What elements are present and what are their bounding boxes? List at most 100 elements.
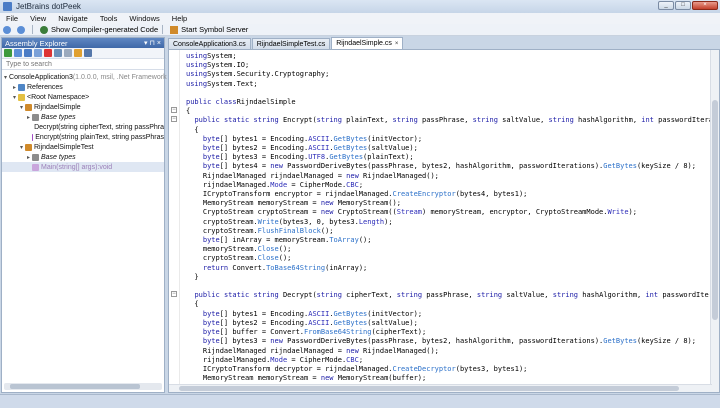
scrollbar-thumb[interactable] (10, 384, 140, 389)
code-line: byte[] bytes2 = Encoding.ASCII.GetBytes(… (186, 319, 719, 328)
code-token: byte (202, 236, 220, 245)
forward-button[interactable] (17, 25, 28, 34)
menu-windows[interactable]: Windows (123, 14, 165, 23)
tree-node-assembly[interactable]: ▾ ConsoleApplication3 (1.0.0.0, msil, .N… (2, 72, 167, 82)
tab-rijndaelsimpletest[interactable]: RijndaelSimpleTest.cs (251, 38, 331, 49)
collapse-icon[interactable]: ▾ (18, 104, 25, 111)
tree-node-label: Main(string[] args):void (41, 163, 113, 171)
panel-pin-close-icons[interactable]: ▾ ⊓ × (144, 39, 161, 47)
tree-node-method[interactable]: Decrypt(string cipherText, string passPh… (2, 122, 164, 132)
tab-label: RijndaelSimpleTest.cs (256, 40, 326, 48)
collapse-icon[interactable]: ▾ (11, 94, 18, 101)
assembly-explorer-header: Assembly Explorer ▾ ⊓ × (2, 38, 164, 48)
code-token: byte (202, 309, 220, 318)
collapse-all-icon[interactable] (54, 49, 62, 57)
code-token: PasswordDeriveBytes(passPhrase, bytes2, … (282, 162, 604, 171)
code-token: [] bytes3 = (219, 337, 271, 346)
code-token: (); (320, 226, 334, 235)
tree-node-method-selected[interactable]: Main(string[] args):void (2, 162, 164, 172)
remove-assembly-icon[interactable] (44, 49, 52, 57)
class-icon (25, 143, 32, 151)
code-token: new (346, 171, 359, 180)
tab-consoleapplication3[interactable]: ConsoleApplication3.cs (168, 38, 251, 49)
menu-help[interactable]: Help (166, 14, 193, 23)
code-token: GetBytes (333, 309, 368, 318)
code-line: usingSystem; (186, 52, 719, 61)
tree-node-method[interactable]: Encrypt(string plainText, string passPhr… (2, 132, 164, 142)
code-token: rijndaelManaged. (186, 355, 271, 364)
explorer-horizontal-scrollbar[interactable] (4, 383, 162, 390)
expand-icon[interactable]: ▸ (25, 154, 32, 161)
code-editor[interactable]: − − − usingSystem; usingSystem.IO; usingSy… (168, 49, 720, 393)
collapse-icon[interactable]: ▾ (4, 74, 7, 81)
code-token: plainText, (341, 116, 393, 125)
code-token: CBC (346, 355, 359, 364)
code-token: ); (384, 217, 393, 226)
sync-icon[interactable] (64, 49, 72, 57)
code-line: ICryptoTransform decryptor = rijndaelMan… (186, 364, 719, 374)
fold-class-icon[interactable]: − (171, 107, 177, 113)
collapse-icon[interactable]: ▾ (18, 144, 25, 151)
editor-horizontal-scrollbar[interactable] (169, 384, 712, 392)
assembly-list-icon[interactable] (34, 49, 42, 57)
scrollbar-thumb[interactable] (179, 386, 679, 391)
code-line: usingSystem.Security.Cryptography; (186, 70, 719, 79)
code-token: RijndaelManaged rijndaelManaged = (186, 346, 347, 355)
code-token: Stream (396, 208, 423, 217)
code-line: { (186, 126, 719, 135)
start-symbol-server-button[interactable]: Start Symbol Server (170, 25, 248, 34)
menu-tools[interactable]: Tools (94, 14, 124, 23)
code-line: rijndaelManaged.Mode = CipherMode.CBC; (186, 180, 719, 190)
expand-icon[interactable]: ▸ (25, 114, 32, 121)
tree-node-class[interactable]: ▾ RijndaelSimpleTest (2, 142, 164, 152)
tab-rijndaelsimple[interactable]: RijndaelSimple.cs × (331, 37, 404, 49)
tree-node-root-namespace[interactable]: ▾ <Root Namespace> (2, 92, 164, 102)
code-token: CreateDecryptor (392, 364, 456, 373)
menu-navigate[interactable]: Navigate (52, 14, 94, 23)
tree-node-references[interactable]: ▸ References (2, 82, 164, 92)
open-folder-icon[interactable] (14, 49, 22, 57)
menu-view[interactable]: View (24, 14, 52, 23)
scrollbar-thumb[interactable] (712, 100, 718, 320)
open-gac-icon[interactable] (24, 49, 32, 57)
code-line: byte[] bytes3 = Encoding.UTF8.GetBytes(p… (186, 153, 719, 162)
open-assembly-icon[interactable] (4, 49, 12, 57)
code-line: byte[] inArray = memoryStream.ToArray(); (186, 236, 719, 245)
code-token: using (186, 70, 208, 79)
tree-node-label: RijndaelSimple (34, 103, 81, 111)
tree-node-class[interactable]: ▾ RijndaelSimple (2, 102, 164, 112)
code-token: MemoryStream memoryStream = (186, 199, 321, 208)
fold-encrypt-icon[interactable]: − (171, 116, 177, 122)
export-icon[interactable] (74, 49, 82, 57)
code-token: string (548, 116, 574, 125)
source-code[interactable]: usingSystem; usingSystem.IO; usingSystem.S… (186, 52, 719, 383)
code-token: { (186, 300, 199, 309)
code-token: [] inArray = memoryStream. (219, 236, 330, 245)
search-input[interactable] (6, 60, 156, 68)
minimize-button[interactable]: _ (658, 1, 674, 10)
tree-node-base-types[interactable]: ▸ Base types (2, 112, 164, 122)
code-token: ToArray (329, 236, 359, 245)
menu-file[interactable]: File (0, 14, 24, 23)
code-line: usingSystem.IO; (186, 61, 719, 70)
explorer-search (2, 59, 164, 70)
code-token: string (472, 116, 498, 125)
back-button[interactable] (3, 25, 14, 34)
maximize-button[interactable]: □ (675, 1, 691, 10)
code-token: rijndaelManaged. (186, 180, 271, 189)
code-token: ; (358, 355, 364, 364)
fold-decrypt-icon[interactable]: − (171, 291, 177, 297)
forward-arrow-icon (17, 25, 25, 34)
settings-icon[interactable] (84, 49, 92, 57)
close-tab-icon[interactable]: × (395, 41, 399, 47)
expand-icon[interactable]: ▸ (11, 84, 18, 91)
show-generated-code-toggle[interactable]: Show Compiler-generated Code (40, 25, 158, 34)
code-token: System.Security.Cryptography; (207, 70, 330, 79)
code-token: using (186, 52, 208, 60)
close-button[interactable]: × (692, 1, 718, 10)
code-token: [] bytes1 = Encoding. (219, 309, 309, 318)
tree-node-base-types[interactable]: ▸ Base types (2, 152, 164, 162)
editor-vertical-scrollbar[interactable] (710, 50, 719, 392)
